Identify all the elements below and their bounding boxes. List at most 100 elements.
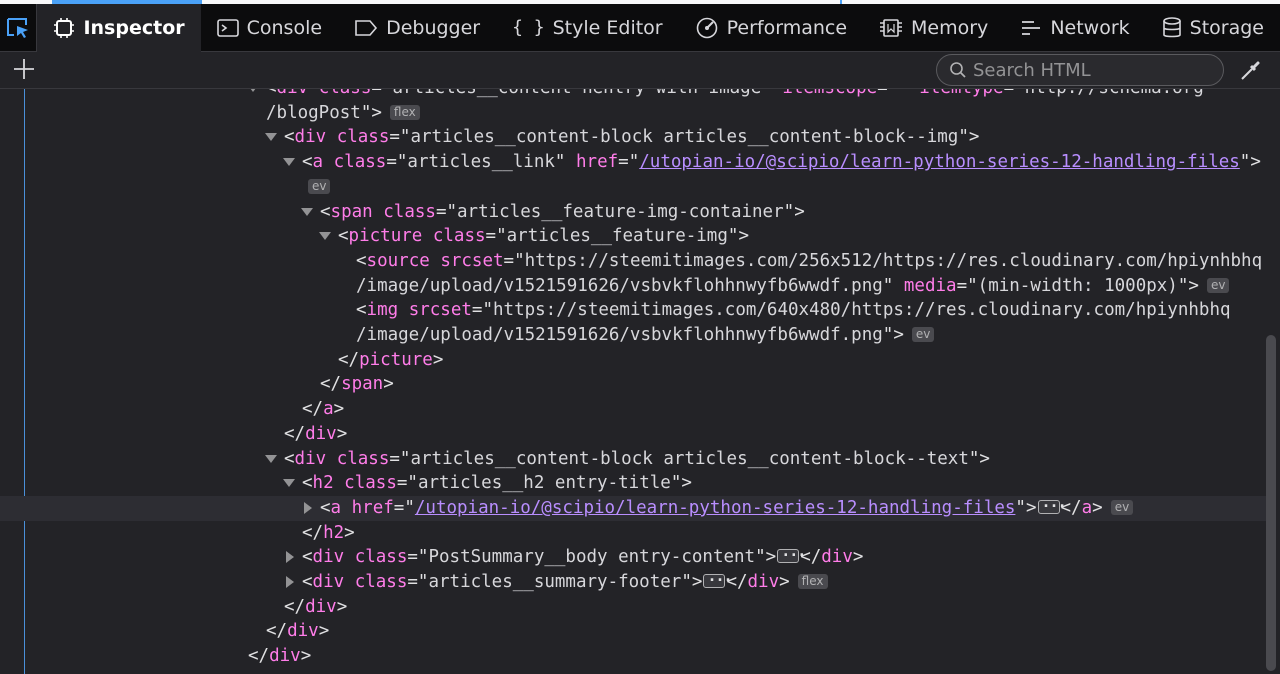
markup-node-line[interactable]: <img srcset="https://steemitimages.com/6… — [0, 298, 1266, 323]
bracket: > — [336, 596, 348, 617]
attr-value: https://steemitimages.com/640x480/https:… — [493, 300, 1231, 321]
markup-node-text: </span> — [320, 372, 394, 397]
bracket: > — [779, 572, 790, 592]
eyedropper-icon[interactable] — [1238, 59, 1262, 83]
collapsed-children-icon[interactable] — [1037, 494, 1066, 519]
tab-inspector[interactable]: Inspector — [37, 3, 201, 53]
markup-node-line[interactable]: <div class="articles__content hentry wit… — [0, 89, 1266, 101]
markup-node-line[interactable]: <div class="articles__summary-footer"></… — [0, 568, 1266, 595]
punct: =" — [371, 89, 392, 98]
markup-node-line[interactable]: <div class="articles__content-block arti… — [0, 447, 1266, 472]
bracket: > — [691, 572, 703, 592]
tab-network[interactable]: Network — [1004, 4, 1145, 52]
element-picker-button[interactable] — [0, 3, 38, 52]
markup-node-line[interactable]: /image/upload/v1521591626/vsbvkflohhnwyf… — [0, 323, 1266, 348]
markup-node-line[interactable]: </a> — [0, 397, 1266, 422]
markup-node-line[interactable]: ev — [0, 175, 1266, 200]
attr-name: class — [344, 473, 397, 494]
tab-label: Storage — [1189, 16, 1264, 39]
markup-scrollbar[interactable] — [1266, 335, 1276, 671]
search-html-box — [936, 54, 1224, 86]
bracket: < — [284, 127, 295, 148]
bracket: > — [765, 547, 777, 568]
tag-name: a — [323, 399, 334, 420]
flex-badge[interactable]: flex — [797, 574, 828, 589]
punct: =" — [407, 547, 429, 568]
punct: " — [670, 473, 682, 494]
bracket: > — [318, 621, 330, 642]
tag-name: div — [305, 423, 337, 444]
tab-performance[interactable]: Performance — [679, 4, 863, 52]
attr-value: articles__content-block articles__conten… — [410, 448, 969, 469]
expanded-twisty-icon[interactable] — [283, 479, 295, 488]
markup-node-text: <h2 class="articles__h2 entry-title"> — [302, 471, 692, 496]
attr-value: /blogPost — [266, 102, 361, 123]
markup-node-text: /image/upload/v1521591626/vsbvkflohhnwyf… — [356, 323, 935, 348]
collapsed-children-icon[interactable] — [703, 568, 732, 593]
markup-node-line[interactable]: <a href="/utopian-io/@scipio/learn-pytho… — [0, 494, 1266, 521]
tab-console[interactable]: Console — [201, 4, 338, 52]
bracket: < — [302, 572, 313, 592]
attr-link[interactable]: /utopian-io/@scipio/learn-python-series-… — [415, 498, 1016, 518]
collapsed-children-icon[interactable] — [777, 543, 805, 568]
markup-node-line[interactable]: <a class="articles__link" href="/utopian… — [0, 150, 1266, 175]
search-html-input[interactable] — [973, 59, 1213, 81]
markup-node-line[interactable]: <div class="articles__content-block arti… — [0, 125, 1266, 150]
tab-label: Performance — [726, 16, 848, 39]
markup-node-line[interactable]: /blogPost"> flex — [0, 101, 1266, 126]
markup-node-line[interactable]: <div class="PostSummary__body entry-cont… — [0, 543, 1266, 570]
expanded-twisty-icon[interactable] — [247, 89, 259, 92]
expanded-twisty-icon[interactable] — [283, 158, 295, 167]
event-badge[interactable]: ev — [1110, 499, 1134, 515]
bracket: > — [893, 325, 904, 345]
punct: " — [882, 275, 894, 296]
tag-name: div — [821, 547, 853, 568]
event-badge[interactable]: ev — [911, 327, 935, 342]
tab-debugger[interactable]: Debugger — [338, 4, 496, 52]
punct: " — [882, 325, 894, 345]
attr-name: class — [354, 547, 408, 568]
memory-icon — [880, 18, 903, 37]
tab-storage[interactable]: Storage — [1146, 4, 1280, 52]
tab-memory[interactable]: Memory — [863, 4, 1004, 52]
punct: =" — [503, 250, 525, 271]
markup-node-line[interactable]: </div> — [0, 422, 1266, 447]
markup-node-line[interactable]: /image/upload/v1521591626/vsbvkflohhnwyf… — [0, 274, 1266, 299]
markup-node-line[interactable]: <span class="articles__feature-img-conta… — [0, 200, 1266, 225]
bracket: </ — [284, 596, 306, 617]
tag-name: div — [269, 646, 301, 667]
markup-node-line[interactable]: </div> — [0, 644, 1266, 669]
markup-node-line[interactable]: <source srcset="https://steemitimages.co… — [0, 249, 1266, 274]
expanded-twisty-icon[interactable] — [265, 454, 277, 463]
tag-name: picture — [348, 226, 423, 247]
expanded-twisty-icon[interactable] — [301, 207, 313, 216]
attr-name: class — [383, 201, 436, 222]
flex-badge[interactable]: flex — [389, 104, 420, 120]
markup-view[interactable]: <div class="articles__content hentry wit… — [0, 89, 1280, 674]
collapsed-twisty-icon[interactable] — [304, 501, 312, 514]
tag-name: div — [305, 596, 337, 617]
tab-style-editor[interactable]: { } Style Editor — [496, 4, 679, 52]
event-badge[interactable]: ev — [1206, 277, 1230, 293]
attr-name: class — [336, 448, 390, 469]
bracket: > — [979, 448, 990, 469]
markup-node-line[interactable]: </span> — [0, 372, 1266, 397]
bracket: > — [738, 226, 749, 247]
markup-node-line[interactable]: <picture class="articles__feature-img"> — [0, 224, 1266, 249]
markup-node-line[interactable]: </picture> — [0, 348, 1266, 373]
markup-node-line[interactable]: </h2> — [0, 521, 1266, 546]
add-node-icon[interactable] — [12, 57, 36, 81]
markup-node-line[interactable]: </div> — [0, 595, 1266, 620]
devtools-toolbar: Inspector Console Debugger { } Style Edi… — [0, 3, 1280, 53]
attr-link[interactable]: /utopian-io/@scipio/learn-python-series-… — [639, 152, 1240, 172]
expanded-twisty-icon[interactable] — [265, 133, 277, 142]
markup-node-line[interactable]: <h2 class="articles__h2 entry-title"> — [0, 471, 1266, 496]
markup-node-line[interactable]: </div> — [0, 619, 1266, 644]
collapsed-twisty-icon[interactable] — [286, 576, 294, 588]
event-badge[interactable]: ev — [308, 178, 331, 194]
network-icon — [1022, 20, 1041, 35]
tag-name: a — [330, 497, 342, 518]
collapsed-twisty-icon[interactable] — [286, 551, 294, 564]
expanded-twisty-icon[interactable] — [319, 232, 331, 241]
